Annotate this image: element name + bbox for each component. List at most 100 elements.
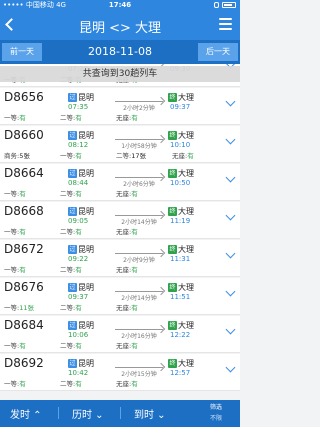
no-seat: 无座:有 [116,304,138,312]
train-card[interactable]: D8656 过昆明 07:35 2小时2分钟 终大理 09:37 一等:有 二等:有 无座:有 [0,88,240,125]
second-class-seat: 二等:有 [60,228,82,236]
arrival-station-name: 大理 [178,131,194,140]
expand-chevron-icon[interactable] [225,324,236,335]
arrival-time: 10:10 [170,141,191,149]
no-seat: 无座:有 [116,380,138,388]
terminal-station-badge: 终 [168,359,177,368]
expand-chevron-icon[interactable] [225,210,236,221]
departure-station: 过昆明 [68,282,94,293]
train-number: D8664 [4,166,44,180]
next-day-button[interactable]: 后一天 [198,43,238,61]
departure-time: 07:35 [68,103,89,111]
arrival-time: 10:50 [170,179,191,187]
first-class-seat: 一等:11张 [4,304,34,312]
direction-arrow-icon [115,139,163,140]
terminal-station-badge: 终 [168,321,177,330]
expand-chevron-icon[interactable] [225,172,236,183]
arrival-station: 终大理 [168,358,194,369]
direction-arrow-icon [115,215,163,216]
arrival-station-name: 大理 [178,321,194,330]
filter-value: 不限 [209,415,222,422]
second-class-seat: 二等:17张 [116,152,146,160]
expand-chevron-icon[interactable] [225,96,236,107]
first-class-seat: 一等:有 [4,380,26,388]
direction-arrow-icon [115,291,163,292]
train-card[interactable]: D8684 过昆明 10:06 2小时16分钟 终大理 12:22 一等:有 二等:有 无座:有 [0,316,240,353]
seat-availability: 一等:有 二等:有 无座:有 [4,226,236,236]
train-card[interactable]: D8692 过昆明 10:42 2小时15分钟 终大理 12:57 一等:有 二等:有 无座:有 [0,354,240,391]
arrival-station: 终大理 [168,244,194,255]
arrival-time: 11:19 [170,217,191,225]
seat-availability: 一等:有 二等:有 无座:有 [4,340,236,350]
terminal-station-badge: 终 [168,207,177,216]
trip-duration: 2小时2分钟 [123,105,155,112]
arrival-time: 11:31 [170,255,191,263]
no-seat: 无座:有 [116,342,138,350]
pass-station-badge: 过 [68,321,77,330]
title-bar: 昆明 <> 大理 [0,10,240,40]
expand-chevron-icon[interactable] [225,248,236,259]
no-seat: 无座:有 [116,266,138,274]
sort-arrive-time-tab[interactable]: 到时 ⌄ [134,406,166,421]
pass-station-badge: 过 [68,245,77,254]
departure-station-name: 昆明 [78,245,94,254]
trip-duration: 2小时14分钟 [121,219,157,226]
train-list[interactable]: D8652过昆明07:222小时0分钟终大理09:30一等:有二等:有无座:有D… [0,64,240,400]
train-card[interactable]: D8668 过昆明 09:05 2小时14分钟 终大理 11:19 一等:有 二等:有 无座:有 [0,202,240,239]
direction-arrow-icon [115,101,163,102]
pass-station-badge: 过 [68,283,77,292]
departure-station-name: 昆明 [78,131,94,140]
train-number: D8668 [4,204,44,218]
pass-station-badge: 过 [68,93,77,102]
result-count-banner: 共查询到30趟列车 [0,66,240,82]
no-seat: 无座:有 [116,114,138,122]
arrival-station-name: 大理 [178,93,194,102]
battery-icon [222,2,236,8]
tab-divider [120,407,121,419]
date-bar: 前一天 2018-11-08 后一天 [0,40,240,64]
status-bar: ••••• 中国移动 4G 17:46 [0,0,240,10]
second-class-seat: 二等:有 [60,304,82,312]
first-class-seat: 一等:有 [4,266,26,274]
trip-duration: 2小时6分钟 [123,181,155,188]
trip-duration: 1小时58分钟 [121,143,157,150]
no-seat: 无座:有 [116,190,138,198]
arrival-time: 12:57 [170,369,191,377]
seat-availability: 一等:有 二等:有 无座:有 [4,264,236,274]
departure-station: 过昆明 [68,320,94,331]
departure-time: 08:12 [68,141,89,149]
departure-station-name: 昆明 [78,359,94,368]
sort-duration-tab[interactable]: 历时 ⌄ [72,406,104,421]
filter-label: 筛选 [209,404,222,411]
departure-station: 过昆明 [68,130,94,141]
departure-station-name: 昆明 [78,321,94,330]
first-class-seat: 一等:有 [4,342,26,350]
filter-list-icon[interactable] [219,18,232,31]
pass-station-badge: 过 [68,131,77,140]
expand-chevron-icon[interactable] [225,286,236,297]
departure-station: 过昆明 [68,92,94,103]
pass-station-badge: 过 [68,169,77,178]
arrival-station-name: 大理 [178,359,194,368]
expand-chevron-icon[interactable] [225,134,236,145]
orientation-lock-icon [214,2,219,8]
terminal-station-badge: 终 [168,245,177,254]
terminal-station-badge: 终 [168,131,177,140]
no-seat: 无座:有 [172,152,194,160]
seat-availability: 一等:有 二等:有 无座:有 [4,188,236,198]
arrival-station: 终大理 [168,320,194,331]
second-class-seat: 二等:有 [60,190,82,198]
train-card[interactable]: D8664 过昆明 08:44 2小时6分钟 终大理 10:50 一等:有 二等:有 无座:有 [0,164,240,201]
direction-arrow-icon [115,367,163,368]
train-card[interactable]: D8672 过昆明 09:22 2小时9分钟 终大理 11:31 一等:有 二等:有 无座:有 [0,240,240,277]
first-class-seat: 一等:有 [4,114,26,122]
trip-duration: 2小时15分钟 [121,371,157,378]
train-card[interactable]: D8660 过昆明 08:12 1小时58分钟 终大理 10:10 商务:5张 一等:有 二等:… [0,126,240,163]
sort-depart-time-tab[interactable]: 发时 ⌃ [10,406,42,421]
expand-chevron-icon[interactable] [225,362,236,373]
trip-duration: 2小时16分钟 [121,333,157,340]
train-card[interactable]: D8676 过昆明 09:37 2小时14分钟 终大理 11:51 一等:11张 二等:有 无座… [0,278,240,315]
seat-availability: 商务:5张 一等:有 二等:17张 无座:有 [4,150,236,160]
seat-availability: 一等:有 二等:有 无座:有 [4,112,236,122]
departure-station: 过昆明 [68,168,94,179]
